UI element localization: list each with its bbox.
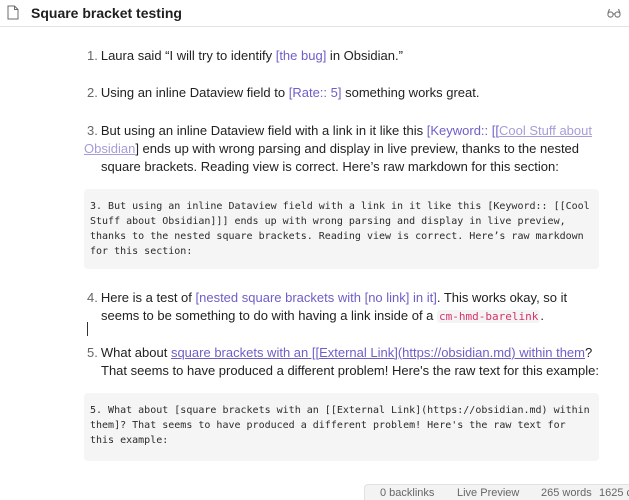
reading-glasses-icon[interactable] bbox=[607, 7, 621, 19]
list-item[interactable]: 2. Using an inline Dataview field to [Rat… bbox=[87, 84, 607, 102]
list-text: in Obsidian.” bbox=[326, 48, 403, 63]
list-number: 4. bbox=[87, 290, 98, 305]
dataview-field: [Keyword:: [[ bbox=[426, 123, 499, 138]
list-text: . bbox=[540, 308, 544, 323]
list-text: Here is a test of bbox=[100, 290, 196, 305]
char-count: 1625 c bbox=[599, 487, 629, 499]
list-number: 1. bbox=[87, 48, 98, 63]
list-text: ] ends up with wrong parsing and display… bbox=[135, 141, 580, 156]
list-text: What about bbox=[100, 345, 171, 360]
backlinks-count[interactable]: 0 backlinks bbox=[380, 485, 434, 500]
file-icon bbox=[7, 5, 19, 20]
list-item[interactable]: 5. What about square brackets with an [[E… bbox=[87, 344, 607, 380]
list-number: 5. bbox=[87, 345, 98, 360]
word-count: 265 words bbox=[541, 487, 592, 499]
bracket-text: [the bug] bbox=[275, 48, 327, 63]
list-text: Using an inline Dataview field to bbox=[100, 85, 289, 100]
editor-content[interactable]: 1. Laura said “I will try to identify [th… bbox=[0, 28, 629, 484]
list-item[interactable]: 1. Laura said “I will try to identify [th… bbox=[87, 47, 607, 65]
list-text: seems to be something to do with having … bbox=[101, 308, 438, 323]
text-cursor bbox=[87, 322, 88, 336]
external-link[interactable]: square brackets with an [[External Link]… bbox=[171, 345, 585, 360]
list-text: Laura said “I will try to identify bbox=[100, 48, 276, 63]
list-item[interactable]: 3. But using an inline Dataview field wit… bbox=[84, 122, 607, 176]
list-item[interactable]: 4. Here is a test of [nested square brack… bbox=[87, 289, 607, 326]
list-text: something works great. bbox=[341, 85, 480, 100]
internal-link[interactable]: Obsidian bbox=[84, 141, 135, 156]
note-title[interactable]: Square bracket testing bbox=[31, 5, 182, 21]
list-text: square brackets. Reading view is correct… bbox=[101, 159, 559, 174]
code-block[interactable]: 3. But using an inline Dataview field wi… bbox=[84, 189, 599, 269]
view-header: Square bracket testing bbox=[0, 0, 629, 27]
list-text: ? bbox=[584, 345, 593, 360]
editor-mode[interactable]: Live Preview bbox=[457, 485, 519, 500]
bracket-text: [nested square brackets with [no link] i… bbox=[195, 290, 437, 305]
code-block[interactable]: 5. What about [square brackets with an [… bbox=[84, 393, 599, 461]
status-bar: 0 backlinks Live Preview 265 words 1625 … bbox=[364, 484, 629, 500]
internal-link[interactable]: Cool Stuff about bbox=[499, 123, 592, 138]
list-text: That seems to have produced a different … bbox=[101, 363, 599, 378]
list-number: 2. bbox=[87, 85, 98, 100]
list-number: 3. bbox=[87, 123, 98, 138]
list-text: But using an inline Dataview field with … bbox=[100, 123, 427, 138]
inline-code: cm-hmd-barelink bbox=[437, 310, 541, 323]
list-text: . This works okay, so it bbox=[436, 290, 568, 305]
dataview-field: [Rate:: 5] bbox=[288, 85, 342, 100]
